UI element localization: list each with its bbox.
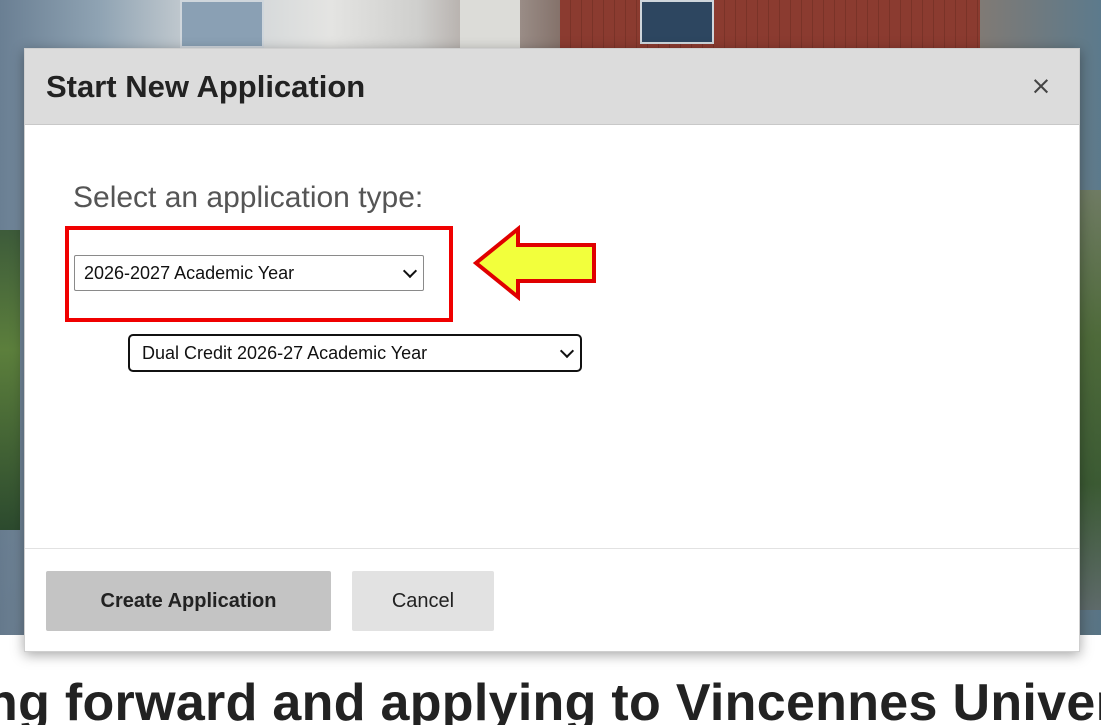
create-application-button[interactable]: Create Application (46, 571, 331, 631)
chevron-down-icon (402, 263, 418, 279)
arrow-shape (472, 225, 596, 301)
modal-title: Start New Application (46, 69, 366, 104)
page: ng forward and applying to Vincennes Uni… (0, 0, 1101, 725)
application-type-label: Select an application type: (73, 181, 424, 214)
background-window (640, 0, 714, 44)
application-type-select[interactable]: 2026-2027 Academic Year (74, 255, 424, 291)
page-heading: ng forward and applying to Vincennes Uni… (0, 674, 1101, 725)
application-subtype-selected-value: Dual Credit 2026-27 Academic Year (142, 343, 428, 363)
start-application-modal: Start New Application × Select an applic… (24, 48, 1080, 652)
application-type-selected-value: 2026-2027 Academic Year (84, 263, 295, 283)
modal-footer-divider (25, 548, 1079, 549)
close-icon[interactable]: × (1027, 71, 1055, 101)
application-type-select-box[interactable]: 2026-2027 Academic Year (74, 255, 424, 291)
background-lawn-left (0, 230, 20, 530)
application-subtype-select-box[interactable]: Dual Credit 2026-27 Academic Year (128, 334, 582, 372)
left-arrow-icon (472, 225, 596, 301)
application-subtype-select[interactable]: Dual Credit 2026-27 Academic Year (128, 334, 582, 372)
cancel-button[interactable]: Cancel (352, 571, 494, 631)
background-window (180, 0, 264, 48)
background-brick-wall (560, 0, 980, 48)
modal-header: Start New Application × (25, 49, 1079, 125)
chevron-down-icon (559, 343, 575, 359)
background-pillar (460, 0, 520, 48)
